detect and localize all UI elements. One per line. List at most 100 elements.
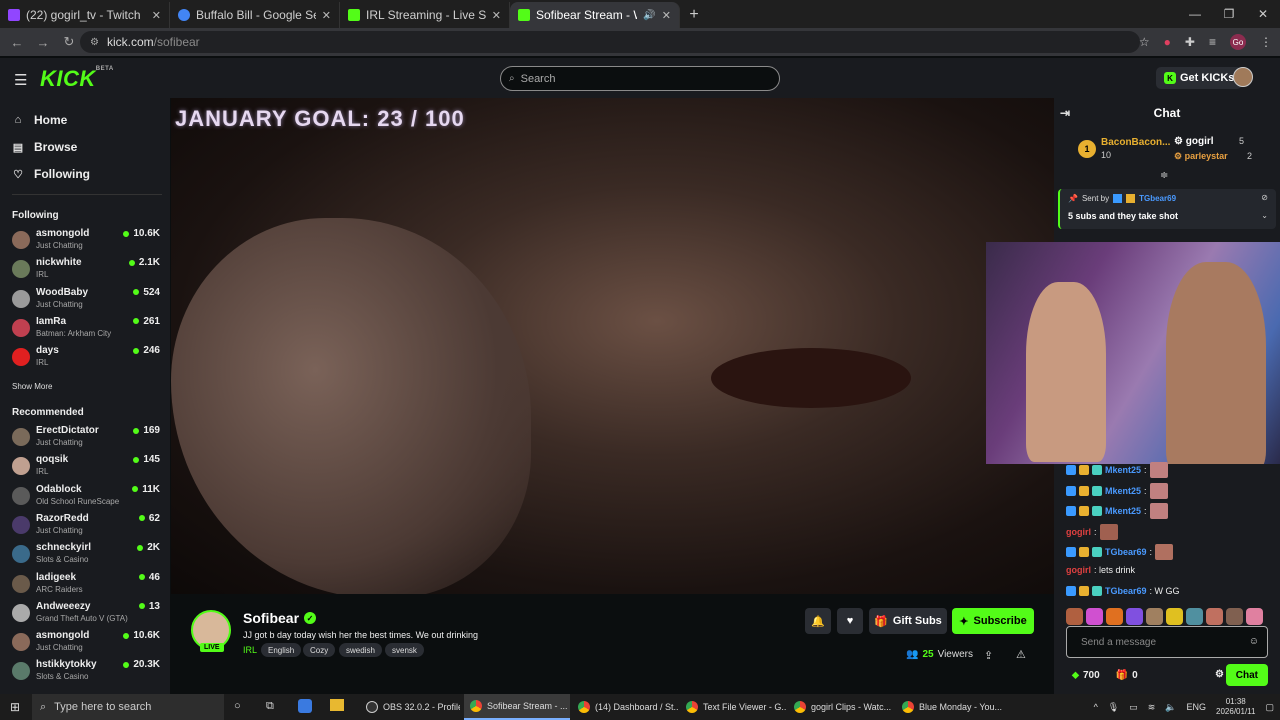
channel-row[interactable]: Odablock Old School RuneScape 11K <box>12 484 160 510</box>
emote-icon[interactable] <box>1066 608 1083 625</box>
search-input[interactable]: ⌕ Search <box>500 66 780 91</box>
collapse-chat-icon[interactable]: ⇥ <box>1060 106 1070 120</box>
emote-icon[interactable] <box>1186 608 1203 625</box>
volume-icon[interactable]: 🔈 <box>1165 702 1176 713</box>
chat-message[interactable]: TGbear69: W GG <box>1066 585 1180 596</box>
chat-message[interactable]: Mkent25: <box>1066 482 1168 499</box>
extension-icon[interactable]: ● <box>1164 35 1171 49</box>
chat-username[interactable]: Mkent25 <box>1105 506 1141 516</box>
get-kicks-button[interactable]: K Get KICKs <box>1156 67 1243 89</box>
taskbar-app-chrome-textviewer[interactable]: Text File Viewer - G... <box>680 694 786 720</box>
close-icon[interactable]: ✕ <box>662 9 671 22</box>
gift-count[interactable]: 0 <box>1132 670 1138 681</box>
cortana-icon[interactable]: ○ <box>234 700 241 712</box>
chat-settings-gear-icon[interactable]: ⚙ <box>1215 669 1224 680</box>
emote-icon[interactable] <box>1106 608 1123 625</box>
emote-icon[interactable] <box>1086 608 1103 625</box>
subscribe-button[interactable]: ✦ Subscribe <box>952 608 1034 634</box>
task-view-icon[interactable]: ⧉ <box>266 700 274 713</box>
chevron-down-icon[interactable]: ⌄ <box>1261 211 1268 220</box>
taskbar-search-input[interactable]: ⌕ Type here to search <box>32 694 224 720</box>
browser-tab-twitch[interactable]: (22) gogirl_tv - Twitch ✕ <box>0 2 170 28</box>
user-avatar[interactable] <box>1233 67 1253 87</box>
taskbar-app-chrome-youtube[interactable]: Blue Monday - You... <box>896 694 1002 720</box>
windows-start-icon[interactable]: ⊞ <box>10 700 20 714</box>
taskbar-app-chrome-clips[interactable]: gogirl Clips - Watc... <box>788 694 894 720</box>
sidebar-item-following[interactable]: ♡ Following <box>12 167 90 181</box>
gifter-row[interactable]: ⚙ parleystar <box>1174 151 1228 162</box>
stream-tag[interactable]: swedish <box>339 643 382 657</box>
chat-username[interactable]: Mkent25 <box>1105 465 1141 475</box>
share-icon[interactable]: ⇪ <box>984 649 993 662</box>
tray-chevron-icon[interactable]: ^ <box>1094 702 1098 712</box>
emote-icon[interactable] <box>1206 608 1223 625</box>
microphone-icon[interactable]: 🎙 <box>1108 702 1119 713</box>
chat-message[interactable]: gogirl: <box>1066 523 1118 540</box>
send-chat-button[interactable]: Chat <box>1225 664 1268 686</box>
report-warning-icon[interactable]: ⚠ <box>1016 648 1026 661</box>
expand-gifters-icon[interactable]: ≑ <box>1160 170 1168 181</box>
chat-username[interactable]: TGbear69 <box>1105 586 1147 596</box>
battery-icon[interactable]: ▭ <box>1129 702 1138 713</box>
chat-username[interactable]: gogirl <box>1066 565 1091 575</box>
stream-tag[interactable]: Cozy <box>303 643 336 657</box>
media-control-icon[interactable]: ≡ <box>1209 35 1216 49</box>
kick-logo[interactable]: KICKBETA <box>40 66 114 92</box>
stream-category-link[interactable]: IRL <box>243 645 257 655</box>
close-icon[interactable]: ✕ <box>322 9 331 22</box>
stream-tag[interactable]: English <box>261 643 302 657</box>
system-clock[interactable]: 01:38 2026/01/11 <box>1216 697 1255 717</box>
notification-bell-button[interactable]: 🔔 <box>805 608 831 634</box>
minimize-icon[interactable]: — <box>1178 0 1212 28</box>
chat-message[interactable]: Mkent25: <box>1066 462 1168 478</box>
back-icon[interactable]: ← <box>10 35 24 50</box>
emote-icon[interactable] <box>1246 608 1263 625</box>
pinned-message[interactable]: 📌 Sent by TGbear69 5 subs and they take sh… <box>1058 189 1276 229</box>
channel-row[interactable]: Andweeezy Grand Theft Auto V (GTA) 13 <box>12 601 160 627</box>
channel-row[interactable]: days IRL 246 <box>12 345 160 371</box>
restore-icon[interactable]: ❐ <box>1212 0 1246 28</box>
copilot-icon[interactable] <box>298 699 312 713</box>
channel-row[interactable]: ErectDictator Just Chatting 169 <box>12 425 160 451</box>
new-tab-button[interactable]: + <box>680 2 708 28</box>
channel-row[interactable]: ladigeek ARC Raiders 46 <box>12 572 160 598</box>
show-more-link[interactable]: Show More <box>12 382 52 391</box>
menu-kebab-icon[interactable]: ⋮ <box>1260 35 1272 49</box>
forward-icon[interactable]: → <box>36 35 50 50</box>
reload-icon[interactable]: ↻ <box>62 34 76 50</box>
channel-row[interactable]: hstikkytokky Slots & Casino 20.3K <box>12 659 160 685</box>
browser-tab-irl[interactable]: IRL Streaming - Live Streams on ✕ <box>340 2 510 28</box>
taskbar-app-chrome-dashboard[interactable]: (14) Dashboard / St... <box>572 694 678 720</box>
taskbar-app-chrome-sofibear[interactable]: Sofibear Stream - ... <box>464 694 570 720</box>
channel-row[interactable]: asmongold Just Chatting 10.6K <box>12 630 160 656</box>
gift-subs-button[interactable]: 🎁 Gift Subs <box>869 608 947 634</box>
bookmark-star-icon[interactable]: ☆ <box>1139 35 1150 49</box>
channel-row[interactable]: IamRa Batman: Arkham City 261 <box>12 316 160 342</box>
channel-row[interactable]: WoodBaby Just Chatting 524 <box>12 287 160 313</box>
emote-icon[interactable] <box>1166 608 1183 625</box>
channel-row[interactable]: RazorRedd Just Chatting 62 <box>12 513 160 539</box>
chat-username[interactable]: Mkent25 <box>1105 486 1141 496</box>
hamburger-menu-icon[interactable]: ☰ <box>14 71 27 89</box>
top-gifter-name[interactable]: BaconBacon... <box>1101 137 1170 148</box>
channel-points[interactable]: 700 <box>1083 670 1100 681</box>
emote-icon[interactable] <box>1146 608 1163 625</box>
chat-message[interactable]: TGbear69: <box>1066 544 1174 561</box>
browser-tab-sofibear[interactable]: Sofibear Stream - Watch Li 🔊 ✕ <box>510 2 680 28</box>
streamer-name[interactable]: Sofibear ✓ <box>243 610 317 626</box>
emote-icon[interactable] <box>1126 608 1143 625</box>
channel-row[interactable]: asmongold Just Chatting 10.6K <box>12 228 160 254</box>
chat-message[interactable]: Mkent25: <box>1066 503 1168 520</box>
extensions-puzzle-icon[interactable]: ✚ <box>1185 35 1195 49</box>
sidebar-item-home[interactable]: ⌂ Home <box>12 113 68 127</box>
channel-row[interactable]: schneckyirl Slots & Casino 2K <box>12 542 160 568</box>
stream-tag[interactable]: svensk <box>385 643 424 657</box>
site-info-icon[interactable]: ⚙ <box>90 37 99 48</box>
url-field[interactable]: ⚙ kick.com/sofibear <box>80 31 1140 53</box>
chat-username[interactable]: gogirl <box>1066 527 1091 537</box>
chat-message-input[interactable]: Send a message ☺ <box>1066 626 1268 658</box>
emote-icon[interactable] <box>1226 608 1243 625</box>
unpin-icon[interactable]: ⊘ <box>1261 193 1268 202</box>
chat-message[interactable]: gogirl: lets drink <box>1066 565 1135 575</box>
input-language[interactable]: ENG <box>1187 702 1207 712</box>
